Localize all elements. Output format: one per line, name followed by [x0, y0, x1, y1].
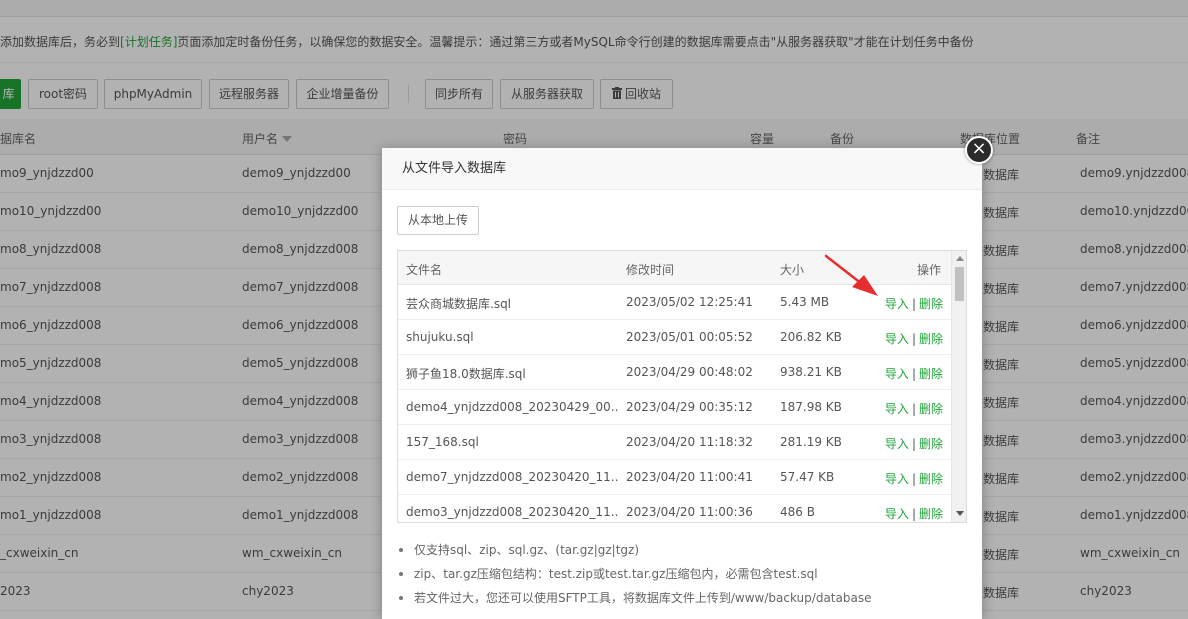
- import-button[interactable]: 导入: [885, 472, 909, 486]
- file-mtime: 2023/04/20 11:00:36: [626, 505, 753, 519]
- action-separator: |: [911, 507, 916, 521]
- file-size: 187.98 KB: [780, 400, 842, 414]
- action-separator: |: [911, 297, 916, 311]
- file-actions: 导入 | 删除: [885, 435, 943, 452]
- delete-button[interactable]: 删除: [919, 472, 943, 486]
- file-table-scrollbar[interactable]: [951, 251, 966, 522]
- action-separator: |: [911, 437, 916, 451]
- delete-button[interactable]: 删除: [919, 437, 943, 451]
- action-separator: |: [911, 367, 916, 381]
- delete-button[interactable]: 删除: [919, 507, 943, 521]
- import-button[interactable]: 导入: [885, 437, 909, 451]
- file-actions: 导入 | 删除: [885, 365, 943, 382]
- file-actions: 导入 | 删除: [885, 400, 943, 417]
- import-button[interactable]: 导入: [885, 332, 909, 346]
- file-actions: 导入 | 删除: [885, 470, 943, 487]
- file-row: shujuku.sql 2023/05/01 00:05:52 206.82 KB 导…: [398, 320, 951, 355]
- import-notes: 仅支持sql、zip、sql.gz、(tar.gz|gz|tgz) zip、ta…: [397, 538, 967, 610]
- file-mtime: 2023/05/02 12:25:41: [626, 295, 753, 309]
- file-row: demo3_ynjdzzd008_20230420_11... 2023/04/2…: [398, 495, 951, 522]
- file-name: demo7_ynjdzzd008_20230420_11...: [406, 470, 618, 484]
- file-actions: 导入 | 删除: [885, 295, 943, 312]
- upload-local-button[interactable]: 从本地上传: [397, 206, 480, 235]
- col-filename: 文件名: [406, 263, 443, 277]
- scroll-down-icon[interactable]: [956, 511, 964, 516]
- file-mtime: 2023/04/20 11:18:32: [626, 435, 753, 449]
- delete-button[interactable]: 删除: [919, 297, 943, 311]
- file-size: 5.43 MB: [780, 295, 830, 309]
- scroll-thumb[interactable]: [955, 267, 964, 301]
- import-button[interactable]: 导入: [885, 367, 909, 381]
- col-mtime: 修改时间: [626, 263, 675, 277]
- file-table-header: 文件名 修改时间 大小 操作: [398, 251, 951, 285]
- import-database-dialog: 从文件导入数据库 × 从本地上传 文件名 修改时间 大小 操作 芸众商城数据库.…: [382, 136, 993, 619]
- action-separator: |: [911, 472, 916, 486]
- file-actions: 导入 | 删除: [885, 505, 943, 522]
- scroll-up-icon[interactable]: [956, 256, 964, 261]
- file-mtime: 2023/05/01 00:05:52: [626, 330, 753, 344]
- dialog-title: 从文件导入数据库: [382, 148, 982, 190]
- file-row: 157_168.sql 2023/04/20 11:18:32 281.19 KB 导…: [398, 425, 951, 460]
- file-table: 文件名 修改时间 大小 操作 芸众商城数据库.sql 2023/05/02 12:…: [397, 250, 967, 523]
- file-size: 57.47 KB: [780, 470, 835, 484]
- import-button[interactable]: 导入: [885, 507, 909, 521]
- file-size: 281.19 KB: [780, 435, 842, 449]
- file-name: 芸众商城数据库.sql: [406, 297, 512, 311]
- action-separator: |: [911, 402, 916, 416]
- file-row: 狮子鱼18.0数据库.sql 2023/04/29 00:48:02 938.21 …: [398, 355, 951, 390]
- file-row: demo7_ynjdzzd008_20230420_11... 2023/04/2…: [398, 460, 951, 495]
- file-name: 157_168.sql: [406, 435, 479, 449]
- import-button[interactable]: 导入: [885, 297, 909, 311]
- file-name: 狮子鱼18.0数据库.sql: [406, 367, 526, 381]
- file-name: shujuku.sql: [406, 330, 474, 344]
- file-mtime: 2023/04/29 00:48:02: [626, 365, 753, 379]
- file-size: 206.82 KB: [780, 330, 842, 344]
- note-item: 仅支持sql、zip、sql.gz、(tar.gz|gz|tgz): [397, 538, 967, 562]
- col-operation: 操作: [916, 263, 941, 277]
- note-item: zip、tar.gz压缩包结构：test.zip或test.tar.gz压缩包内…: [397, 562, 967, 586]
- import-button[interactable]: 导入: [885, 402, 909, 416]
- file-mtime: 2023/04/20 11:00:41: [626, 470, 753, 484]
- action-separator: |: [911, 332, 916, 346]
- delete-button[interactable]: 删除: [919, 402, 943, 416]
- col-size: 大小: [780, 263, 805, 277]
- file-mtime: 2023/04/29 00:35:12: [626, 400, 753, 414]
- close-icon[interactable]: ×: [965, 136, 993, 164]
- note-item: 若文件过大，您还可以使用SFTP工具，将数据库文件上传到/www/backup/…: [397, 586, 967, 610]
- file-size: 486 B: [780, 505, 815, 519]
- file-name: demo4_ynjdzzd008_20230429_00...: [406, 400, 618, 414]
- delete-button[interactable]: 删除: [919, 367, 943, 381]
- file-actions: 导入 | 删除: [885, 330, 943, 347]
- delete-button[interactable]: 删除: [919, 332, 943, 346]
- file-size: 938.21 KB: [780, 365, 842, 379]
- file-name: demo3_ynjdzzd008_20230420_11...: [406, 505, 618, 519]
- file-row: demo4_ynjdzzd008_20230429_00... 2023/04/2…: [398, 390, 951, 425]
- file-row: 芸众商城数据库.sql 2023/05/02 12:25:41 5.43 MB 导入 |…: [398, 285, 951, 320]
